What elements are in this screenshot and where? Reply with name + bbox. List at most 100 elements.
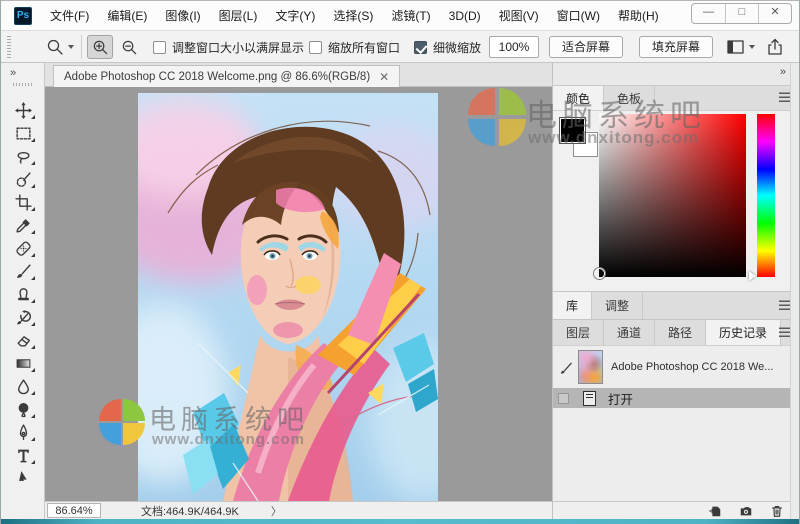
status-bar: 86.64% 文档:464.9K/464.9K 〉 [45, 501, 552, 519]
panels-collapse-icon[interactable]: » [780, 66, 786, 78]
library-panel-header: 库 调整 [553, 291, 800, 320]
tab-history[interactable]: 历史记录 [706, 320, 781, 345]
title-bar: Ps 文件(F) 编辑(E) 图像(I) 图层(L) 文字(Y) 选择(S) 滤… [1, 1, 800, 31]
path-selection-tool[interactable] [9, 467, 37, 481]
saturation-brightness-field[interactable] [599, 114, 746, 277]
status-chevron-icon[interactable]: 〉 [271, 503, 282, 519]
zoom-in-icon [92, 39, 109, 56]
scrubby-zoom-checkbox[interactable] [414, 41, 427, 54]
workspace-chevron-icon[interactable] [749, 45, 755, 49]
dodge-tool[interactable] [9, 398, 37, 421]
document-tab-close-icon[interactable]: ✕ [379, 72, 389, 82]
menu-window[interactable]: 窗口(W) [548, 1, 609, 31]
history-brush-tool[interactable] [9, 306, 37, 329]
zoom-out-icon [121, 39, 138, 56]
status-zoom-field[interactable]: 86.64% [47, 503, 101, 518]
panel-dock-edge[interactable] [790, 63, 800, 519]
share-icon[interactable] [767, 38, 783, 56]
blur-tool[interactable] [9, 375, 37, 398]
maximize-button[interactable]: □ [725, 4, 758, 23]
spot-healing-tool[interactable] [9, 237, 37, 260]
menu-image[interactable]: 图像(I) [156, 1, 209, 31]
history-brush-source-icon[interactable] [559, 360, 574, 375]
document-tab[interactable]: Adobe Photoshop CC 2018 Welcome.png @ 86… [53, 65, 400, 87]
zoom-all-label: 缩放所有窗口 [328, 39, 400, 56]
color-panel-body [553, 111, 800, 291]
pen-tool[interactable] [9, 421, 37, 444]
panel-dock-header: » [553, 63, 800, 86]
new-document-from-state-icon[interactable] [708, 504, 722, 518]
zoom-out-button[interactable] [116, 35, 142, 59]
open-image[interactable] [138, 93, 438, 501]
options-bar: 调整窗口大小以满屏显示 缩放所有窗口 细微缩放 100% 适合屏幕 填充屏幕 [1, 31, 800, 63]
document-area: Adobe Photoshop CC 2018 Welcome.png @ 86… [45, 63, 552, 519]
tools-collapse-icon[interactable]: » [10, 67, 15, 79]
menu-filter[interactable]: 滤镜(T) [382, 1, 439, 31]
options-grabber[interactable] [7, 36, 11, 58]
menu-help[interactable]: 帮助(H) [609, 1, 668, 31]
history-state-row-open[interactable]: 打开 [553, 388, 800, 408]
history-source-checkbox[interactable] [558, 393, 569, 404]
tab-channels[interactable]: 通道 [604, 320, 655, 345]
document-tab-bar: Adobe Photoshop CC 2018 Welcome.png @ 86… [45, 63, 552, 87]
hue-slider[interactable] [757, 114, 775, 277]
photoshop-window: Ps 文件(F) 编辑(E) 图像(I) 图层(L) 文字(Y) 选择(S) 滤… [0, 0, 800, 524]
color-panel-group: 颜色 色板 [553, 86, 800, 291]
hue-slider-handle[interactable] [749, 271, 756, 281]
history-panel: Adobe Photoshop CC 2018 We... 打开 [553, 346, 800, 501]
crop-tool[interactable] [9, 191, 37, 214]
tab-paths[interactable]: 路径 [655, 320, 706, 345]
tab-library[interactable]: 库 [553, 292, 592, 319]
menu-file[interactable]: 文件(F) [41, 1, 98, 31]
color-picker-handle[interactable] [594, 268, 605, 279]
resize-window-checkbox[interactable] [153, 41, 166, 54]
type-tool[interactable] [9, 444, 37, 467]
window-controls: — □ ✕ [691, 3, 792, 24]
scrubby-zoom-label: 细微缩放 [433, 39, 481, 56]
tools-grip[interactable] [13, 83, 33, 86]
layers-panel-tabs: 图层 通道 路径 历史记录 [553, 320, 800, 346]
tab-swatches[interactable]: 色板 [604, 86, 655, 110]
tab-adjustments[interactable]: 调整 [592, 292, 643, 319]
zoom-tool-icon[interactable] [46, 38, 64, 56]
tab-color[interactable]: 颜色 [553, 86, 604, 110]
delete-state-trash-icon[interactable] [770, 504, 784, 518]
zoom-tool-flyout-chevron-icon[interactable] [68, 45, 74, 49]
move-tool[interactable] [9, 99, 37, 122]
zoom-all-option: 缩放所有窗口 [309, 39, 400, 56]
eyedropper-tool[interactable] [9, 214, 37, 237]
menu-layer[interactable]: 图层(L) [210, 1, 267, 31]
history-panel-footer [553, 501, 800, 519]
menu-type[interactable]: 文字(Y) [266, 1, 324, 31]
brush-tool[interactable] [9, 260, 37, 283]
layers-panel-group: 图层 通道 路径 历史记录 Adobe Photoshop CC 2018 We… [553, 320, 800, 519]
photoshop-logo-icon: Ps [14, 7, 32, 25]
foreground-color-swatch[interactable] [560, 118, 585, 143]
gradient-tool[interactable] [9, 352, 37, 375]
close-button[interactable]: ✕ [758, 4, 791, 23]
menu-edit[interactable]: 编辑(E) [98, 1, 156, 31]
history-snapshot-row[interactable]: Adobe Photoshop CC 2018 We... [553, 346, 800, 388]
history-snapshot-thumbnail[interactable] [578, 350, 603, 384]
menu-3d[interactable]: 3D(D) [440, 1, 490, 31]
minimize-button[interactable]: — [692, 4, 725, 23]
new-snapshot-camera-icon[interactable] [739, 504, 753, 518]
tab-layers[interactable]: 图层 [553, 320, 604, 345]
lasso-tool[interactable] [9, 145, 37, 168]
clone-stamp-tool[interactable] [9, 283, 37, 306]
canvas-area[interactable] [45, 87, 552, 501]
zoom-all-checkbox[interactable] [309, 41, 322, 54]
zoom-in-button[interactable] [87, 35, 113, 59]
status-doc-info: 文档:464.9K/464.9K [141, 503, 239, 519]
fit-screen-button[interactable]: 适合屏幕 [549, 36, 623, 58]
menu-view[interactable]: 视图(V) [490, 1, 548, 31]
fill-screen-button[interactable]: 填充屏幕 [639, 36, 713, 58]
marquee-tool[interactable] [9, 122, 37, 145]
workspace-icon[interactable] [727, 40, 744, 54]
menu-select[interactable]: 选择(S) [324, 1, 382, 31]
eraser-tool[interactable] [9, 329, 37, 352]
panel-dock: » 颜色 色板 库 调整 [552, 63, 800, 519]
options-divider [81, 35, 82, 59]
quick-selection-tool[interactable] [9, 168, 37, 191]
zoom-percent-field[interactable]: 100% [489, 36, 539, 58]
